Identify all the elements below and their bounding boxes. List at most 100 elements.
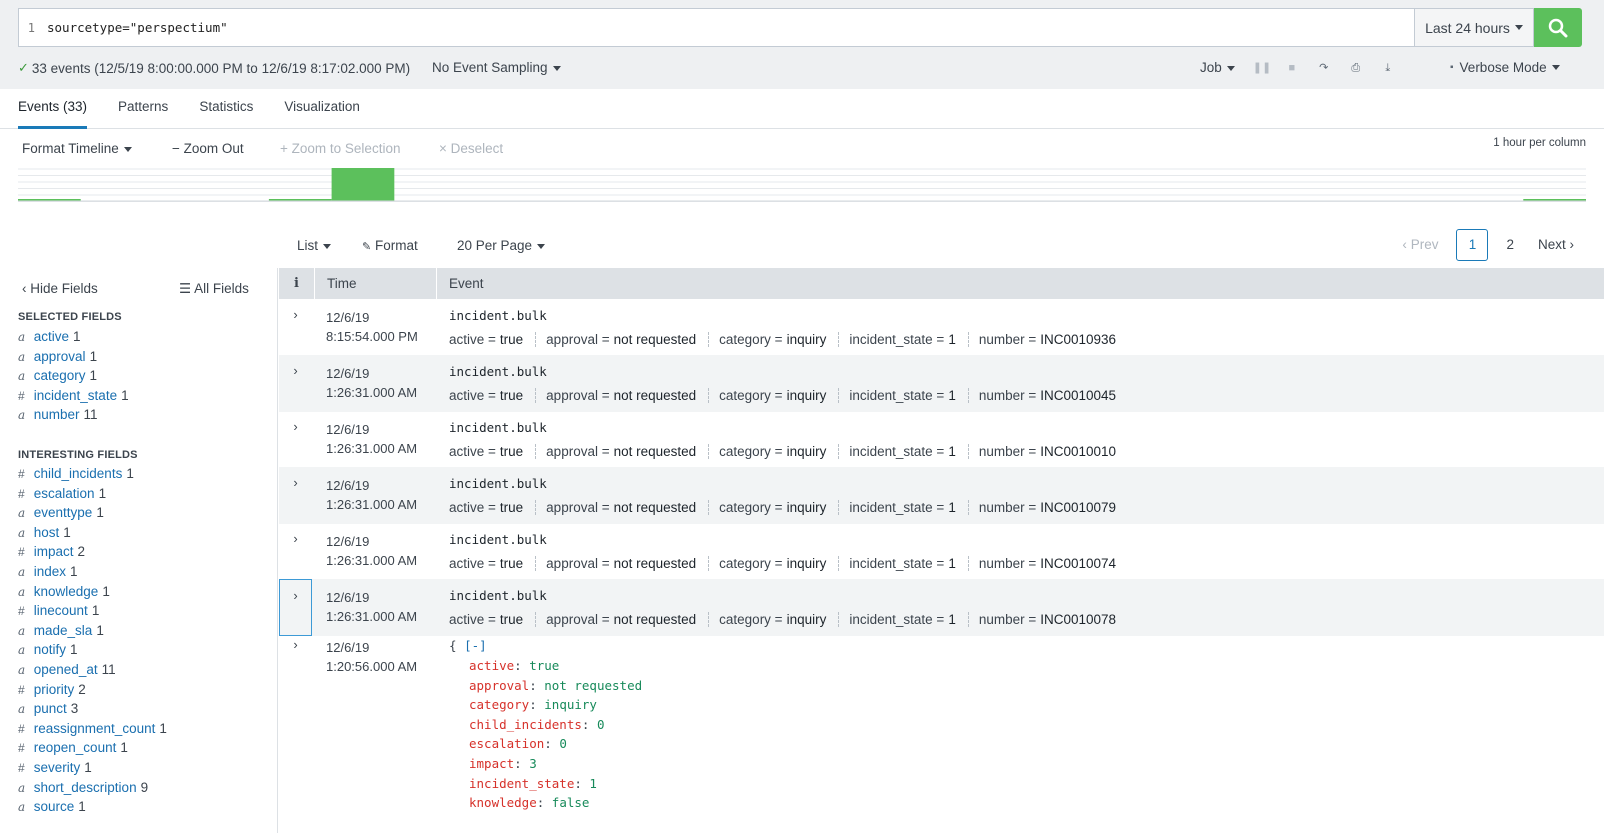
field-value[interactable]: not requested	[614, 444, 697, 459]
field-value[interactable]: INC0010078	[1040, 612, 1116, 627]
expand-toggle[interactable]: ›	[279, 299, 312, 356]
field-item-escalation[interactable]: # escalation 1	[18, 486, 106, 501]
event-field-number[interactable]: number = INC0010936	[979, 332, 1128, 347]
json-value[interactable]: 0	[597, 717, 605, 732]
json-value[interactable]: 1	[589, 776, 597, 791]
field-value[interactable]: 1	[948, 612, 956, 627]
time-range-picker[interactable]: Last 24 hours	[1414, 8, 1534, 47]
field-value[interactable]: INC0010079	[1040, 500, 1116, 515]
field-value[interactable]: true	[500, 444, 523, 459]
event-field-incident-state[interactable]: incident_state = 1	[849, 612, 969, 627]
field-value[interactable]: inquiry	[787, 556, 827, 571]
time-column-header[interactable]: Time	[315, 268, 437, 299]
timeline-chart[interactable]	[18, 168, 1586, 208]
field-value[interactable]: inquiry	[787, 332, 827, 347]
field-item-opened-at[interactable]: a opened_at 11	[18, 662, 116, 677]
event-field-approval[interactable]: approval = not requested	[546, 556, 710, 571]
event-field-number[interactable]: number = INC0010079	[979, 500, 1128, 515]
event-field-category[interactable]: category = inquiry	[719, 444, 840, 459]
event-field-category[interactable]: category = inquiry	[719, 332, 840, 347]
event-field-category[interactable]: category = inquiry	[719, 388, 840, 403]
field-value[interactable]: 1	[948, 332, 956, 347]
event-field-active[interactable]: active = true	[449, 612, 537, 627]
field-item-active[interactable]: a active 1	[18, 329, 81, 344]
expand-toggle[interactable]: ›	[279, 629, 312, 833]
field-item-number[interactable]: a number 11	[18, 407, 98, 422]
format-timeline-button[interactable]: Format Timeline	[22, 141, 132, 156]
tab-events[interactable]: Events (33)	[18, 89, 88, 129]
field-item-reassignment-count[interactable]: # reassignment_count 1	[18, 721, 167, 736]
field-item-severity[interactable]: # severity 1	[18, 760, 92, 775]
expand-toggle[interactable]: ›	[279, 579, 312, 636]
event-field-number[interactable]: number = INC0010010	[979, 444, 1128, 459]
event-field-incident-state[interactable]: incident_state = 1	[849, 444, 969, 459]
event-field-number[interactable]: number = INC0010078	[979, 612, 1128, 627]
share-icon[interactable]: ↷	[1317, 61, 1331, 75]
event-field-active[interactable]: active = true	[449, 332, 537, 347]
field-value[interactable]: 1	[948, 444, 956, 459]
zoom-to-selection-button[interactable]: + Zoom to Selection	[280, 141, 400, 156]
field-value[interactable]: INC0010074	[1040, 556, 1116, 571]
event-field-category[interactable]: category = inquiry	[719, 500, 840, 515]
field-value[interactable]: 1	[948, 500, 956, 515]
stop-icon[interactable]: ■	[1285, 61, 1299, 75]
event-field-active[interactable]: active = true	[449, 556, 537, 571]
event-field-approval[interactable]: approval = not requested	[546, 388, 710, 403]
event-field-category[interactable]: category = inquiry	[719, 612, 840, 627]
field-item-category[interactable]: a category 1	[18, 368, 97, 383]
hide-fields-button[interactable]: ‹ Hide Fields	[22, 281, 98, 296]
json-value[interactable]: false	[552, 795, 590, 810]
field-value[interactable]: inquiry	[787, 500, 827, 515]
search-input[interactable]: 1 sourcetype="perspectium"	[18, 8, 1415, 47]
page-2-button[interactable]: 2	[1506, 237, 1514, 252]
zoom-out-button[interactable]: − Zoom Out	[172, 141, 244, 156]
field-value[interactable]: true	[500, 612, 523, 627]
field-value[interactable]: true	[500, 500, 523, 515]
event-sampling-dropdown[interactable]: No Event Sampling	[432, 60, 561, 75]
event-field-category[interactable]: category = inquiry	[719, 556, 840, 571]
field-value[interactable]: inquiry	[787, 388, 827, 403]
field-value[interactable]: true	[500, 332, 523, 347]
field-item-notify[interactable]: a notify 1	[18, 642, 78, 657]
field-item-made-sla[interactable]: a made_sla 1	[18, 623, 104, 638]
field-value[interactable]: true	[500, 556, 523, 571]
json-collapse-toggle[interactable]: [-]	[464, 638, 487, 653]
field-item-impact[interactable]: # impact 2	[18, 544, 85, 559]
field-item-source[interactable]: a source 1	[18, 799, 86, 814]
field-value[interactable]: not requested	[614, 332, 697, 347]
list-view-dropdown[interactable]: List	[297, 238, 332, 253]
field-value[interactable]: 1	[948, 556, 956, 571]
json-value[interactable]: not requested	[544, 678, 642, 693]
field-value[interactable]: INC0010045	[1040, 388, 1116, 403]
search-button[interactable]	[1534, 8, 1582, 47]
search-mode-dropdown[interactable]: ▪ Verbose Mode	[1450, 60, 1560, 75]
field-item-incident-state[interactable]: # incident_state 1	[18, 388, 129, 403]
all-fields-button[interactable]: ☰ All Fields	[179, 281, 249, 297]
json-value[interactable]: 0	[559, 736, 567, 751]
event-field-number[interactable]: number = INC0010045	[979, 388, 1128, 403]
field-item-short-description[interactable]: a short_description 9	[18, 780, 148, 795]
field-item-punct[interactable]: a punct 3	[18, 701, 78, 716]
next-page-button[interactable]: Next ›	[1538, 237, 1574, 252]
field-value[interactable]: true	[500, 388, 523, 403]
json-value[interactable]: 3	[529, 756, 537, 771]
field-item-index[interactable]: a index 1	[18, 564, 78, 579]
event-field-approval[interactable]: approval = not requested	[546, 332, 710, 347]
field-item-priority[interactable]: # priority 2	[18, 682, 86, 697]
event-field-approval[interactable]: approval = not requested	[546, 612, 710, 627]
field-value[interactable]: INC0010010	[1040, 444, 1116, 459]
search-query[interactable]: sourcetype="perspectium"	[41, 20, 228, 35]
expand-toggle[interactable]: ›	[279, 411, 312, 468]
field-item-host[interactable]: a host 1	[18, 525, 71, 540]
event-field-incident-state[interactable]: incident_state = 1	[849, 556, 969, 571]
expand-toggle[interactable]: ›	[279, 355, 312, 412]
field-value[interactable]: INC0010936	[1040, 332, 1116, 347]
tab-patterns[interactable]: Patterns	[118, 89, 168, 129]
event-field-approval[interactable]: approval = not requested	[546, 444, 710, 459]
event-field-incident-state[interactable]: incident_state = 1	[849, 500, 969, 515]
event-field-active[interactable]: active = true	[449, 444, 537, 459]
per-page-dropdown[interactable]: 20 Per Page	[457, 238, 546, 253]
format-button[interactable]: ✎ Format	[362, 238, 418, 253]
timeline-bar[interactable]	[331, 168, 395, 201]
tab-statistics[interactable]: Statistics	[199, 89, 253, 129]
